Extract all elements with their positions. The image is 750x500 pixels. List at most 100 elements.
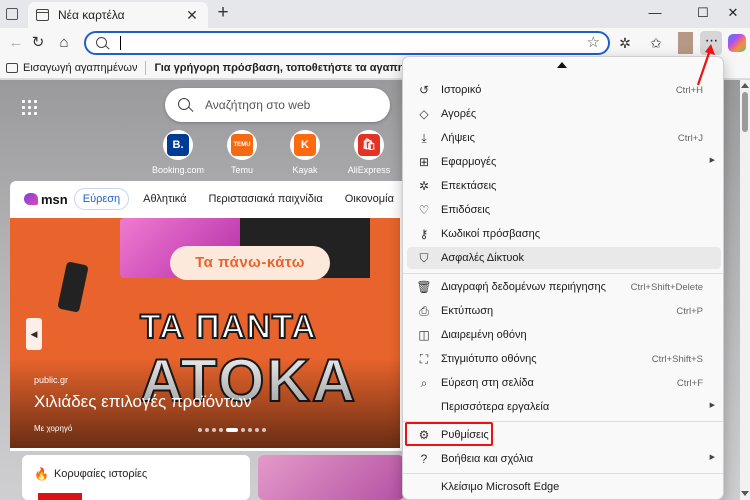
top-stories-card[interactable]: 🔥 Κορυφαίες ιστορίες [22, 455, 250, 500]
hero-image-phone [57, 261, 89, 313]
menu-item-shopping[interactable]: ◇ Αγορές [407, 103, 721, 125]
news-thumbnail-card[interactable] [258, 455, 404, 500]
address-input[interactable] [126, 35, 566, 51]
home-icon[interactable]: ⌂ [54, 33, 74, 53]
tab-close-icon[interactable]: ✕ [184, 7, 200, 24]
text-caret [120, 36, 121, 50]
menu-item-help-and-feedback[interactable]: ? Βοήθεια και σχόλια ▶ [407, 448, 721, 470]
menu-pointer-icon [557, 62, 567, 68]
tab-title: Νέα καρτέλα [58, 8, 125, 22]
settings-highlight-box [405, 422, 493, 446]
menu-item-passwords[interactable]: ⚷ Κωδικοί πρόσβασης [407, 223, 721, 245]
top-stories-title: Κορυφαίες ιστορίες [54, 468, 148, 480]
shopping-tag-icon: ◇ [419, 107, 429, 121]
menu-item-history[interactable]: ↺ Ιστορικό Ctrl+H [407, 79, 721, 101]
search-placeholder: Αναζήτηση στο web [205, 98, 311, 112]
quick-link-label: Booking.com [151, 165, 205, 175]
hero-ad-card[interactable]: Τα πάνω-κάτω ΤΑ ΠΑΝΤΑ ΑΤΟΚΑ public.gr Χι… [10, 218, 400, 448]
favorites-icon[interactable]: ✩ [646, 33, 666, 53]
menu-item-extensions[interactable]: ✲ Επεκτάσεις [407, 175, 721, 197]
menu-item-more-tools[interactable]: Περισσότερα εργαλεία ▶ [407, 396, 721, 418]
hero-headline[interactable]: Χιλιάδες επιλογές προϊόντων [34, 392, 252, 412]
submenu-arrow-icon: ▶ [709, 402, 715, 409]
apps-icon: ⊞ [418, 155, 430, 169]
menu-divider [403, 273, 723, 274]
favorites-divider [145, 61, 147, 75]
shield-icon: ⛉ [419, 250, 429, 265]
temu-logo-icon: TEMU [231, 134, 253, 156]
story-thumbnail [38, 493, 82, 500]
msn-tab-sports[interactable]: Αθλητικά [135, 189, 194, 209]
back-arrow-icon[interactable]: ← [6, 33, 26, 53]
msn-header: msn Εύρεση Αθλητικά Περιστασιακά παιχνίδ… [10, 181, 410, 217]
quick-link-label: AliExpress [347, 165, 391, 175]
msn-logo[interactable]: msn [24, 192, 68, 207]
msn-tab-casual-games[interactable]: Περιστασιακά παιχνίδια [201, 189, 331, 209]
split-screen-icon: ◫ [418, 328, 430, 342]
menu-item-find-on-page[interactable]: ⌕ Εύρεση στη σελίδα Ctrl+F [407, 372, 721, 394]
copilot-icon[interactable] [728, 34, 746, 52]
carousel-prev-button[interactable]: ◀ [26, 318, 42, 350]
menu-item-secure-network[interactable]: ⛉ Ασφαλές Δίκτυοk [407, 247, 721, 269]
tab-actions-icon[interactable] [6, 8, 18, 20]
history-icon: ↺ [418, 83, 430, 97]
msn-butterfly-icon [24, 193, 38, 205]
web-search-box[interactable]: Αναζήτηση στο web [165, 88, 390, 122]
extensions-icon: ✲ [418, 179, 430, 193]
import-favorites-link[interactable]: Εισαγωγή αγαπημένων [23, 62, 137, 74]
quick-link-temu[interactable]: TEMU Temu [207, 130, 277, 175]
menu-divider [403, 473, 723, 474]
key-icon: ⚷ [419, 227, 429, 241]
menu-item-performance[interactable]: ♡ Επιδόσεις [407, 199, 721, 221]
flame-icon: 🔥 [34, 467, 49, 481]
quick-link-label: Temu [230, 165, 253, 175]
address-search-icon [96, 37, 107, 48]
menu-item-print[interactable]: ⎙ Εκτύπωση Ctrl+P [407, 300, 721, 322]
screenshot-icon: ⛶ [419, 351, 429, 366]
menu-item-split-screen[interactable]: ◫ Διαιρεμένη οθόνη [407, 324, 721, 346]
submenu-arrow-icon: ▶ [709, 157, 715, 164]
msn-tab-finance[interactable]: Οικονομία [337, 189, 402, 209]
quick-link-label: Kayak [292, 165, 318, 175]
hero-promo-label: Τα πάνω-κάτω [170, 246, 330, 280]
msn-tab-discover[interactable]: Εύρεση [73, 188, 130, 210]
window-close-button[interactable]: ✕ [718, 3, 748, 23]
scroll-down-icon[interactable] [741, 491, 749, 496]
annotation-arrow [696, 44, 715, 86]
title-bar: Νέα καρτέλα ✕ + — ☐ ✕ [0, 0, 750, 28]
aliexpress-logo-icon: 🛍 [358, 134, 380, 156]
print-icon: ⎙ [419, 303, 429, 318]
address-bar[interactable]: ☆ [84, 31, 610, 55]
menu-item-clear-browsing-data[interactable]: 🗑 Διαγραφή δεδομένων περιήγησης Ctrl+Shift… [407, 276, 721, 298]
new-tab-favicon-icon [36, 9, 49, 21]
page-scrollbar[interactable] [740, 80, 750, 500]
performance-icon: ♡ [418, 203, 430, 217]
extensions-puzzle-icon[interactable]: ✲ [615, 33, 635, 53]
booking-logo-icon: B. [167, 134, 189, 156]
menu-item-apps[interactable]: ⊞ Εφαρμογές ▶ [407, 151, 721, 173]
new-tab-button[interactable]: + [214, 3, 232, 22]
maximize-button[interactable]: ☐ [688, 3, 718, 23]
app-launcher-icon[interactable] [22, 100, 38, 116]
minimize-button[interactable]: — [640, 3, 670, 23]
menu-item-screenshot[interactable]: ⛶ Στιγμιότυπο οθόνης Ctrl+Shift+S [407, 348, 721, 370]
find-icon: ⌕ [420, 375, 428, 390]
refresh-icon[interactable]: ↻ [28, 33, 48, 53]
quick-link-kayak[interactable]: K Kayak [270, 130, 340, 175]
hero-big-text-line1: ΤΑ ΠΑΝΤΑ [139, 307, 317, 347]
favorite-star-icon[interactable]: ☆ [587, 33, 600, 53]
download-icon: ⤓ [421, 130, 427, 145]
import-folder-icon [6, 63, 18, 73]
hero-sponsored-label: Με χορηγό [34, 424, 73, 433]
menu-item-close-edge[interactable]: Κλείσιμο Microsoft Edge [407, 476, 721, 498]
scroll-up-icon[interactable] [741, 83, 749, 88]
quick-link-aliexpress[interactable]: 🛍 AliExpress [334, 130, 404, 175]
menu-item-downloads[interactable]: ⤓ Λήψεις Ctrl+J [407, 127, 721, 149]
search-icon [178, 98, 190, 110]
quick-link-booking[interactable]: B. Booking.com [143, 130, 213, 175]
tab-new-tab[interactable]: Νέα καρτέλα ✕ [28, 2, 208, 28]
scroll-thumb[interactable] [742, 92, 748, 132]
hero-source: public.gr [34, 375, 69, 385]
trash-icon: 🗑 [416, 280, 432, 294]
carousel-dots [198, 428, 266, 432]
